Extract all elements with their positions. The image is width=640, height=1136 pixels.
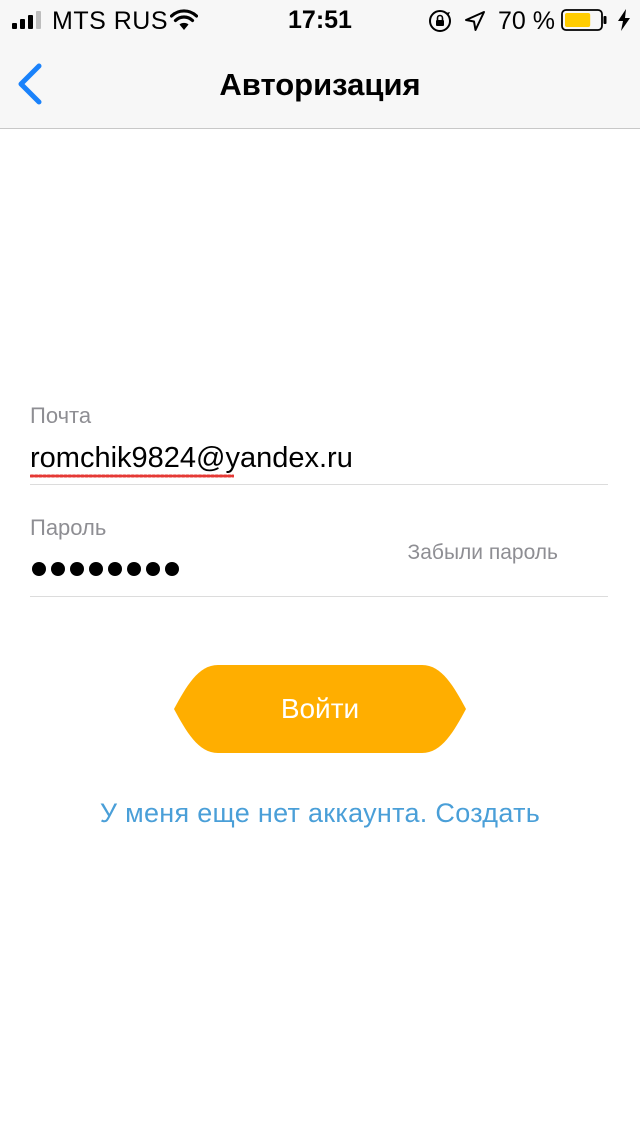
email-input[interactable]	[30, 442, 590, 475]
orientation-lock-icon	[429, 10, 451, 32]
login-button[interactable]: Войти	[174, 665, 466, 753]
password-label: Пароль	[30, 515, 107, 540]
password-mask-dot	[108, 562, 122, 576]
email-label: Почта	[30, 403, 92, 428]
status-bar: MTS RUS 17:51 70 %	[0, 0, 640, 40]
password-input[interactable]	[32, 559, 179, 583]
forgot-password-link[interactable]: Забыли пароль	[408, 541, 558, 565]
password-mask-dot	[146, 562, 160, 576]
password-mask-dot	[127, 562, 141, 576]
password-mask-dot	[70, 562, 84, 576]
login-button-label: Войти	[280, 693, 360, 724]
password-mask-dot	[51, 562, 65, 576]
page-title: Авторизация	[219, 67, 421, 102]
location-icon	[465, 11, 485, 31]
email-field: Почта	[30, 400, 608, 485]
password-field: Пароль Забыли пароль	[30, 512, 608, 597]
battery-icon	[561, 9, 607, 31]
create-account-link[interactable]: У меня еще нет аккаунта. Создать	[0, 798, 640, 829]
password-mask-dot	[165, 562, 179, 576]
spellcheck-underline	[30, 474, 234, 478]
battery-percent: 70 %	[498, 7, 555, 35]
auth-screen: MTS RUS 17:51 70 % Авторизация Почта rom…	[0, 0, 640, 1136]
navigation-bar: Авторизация	[0, 40, 640, 129]
password-mask-dot	[32, 562, 46, 576]
password-mask-dot	[89, 562, 103, 576]
charging-icon	[618, 9, 630, 31]
